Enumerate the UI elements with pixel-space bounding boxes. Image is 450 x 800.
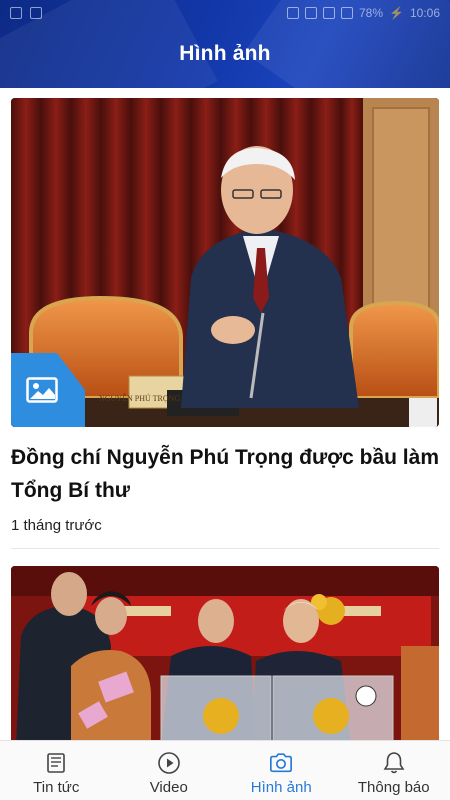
camera-icon (269, 751, 293, 775)
name-plaque: NGUYỄN PHÚ TRỌNG (99, 394, 181, 403)
status-bar: 78% ⚡ 10:06 (0, 0, 450, 26)
bell-icon (382, 751, 406, 775)
nav-video[interactable]: Video (113, 741, 226, 800)
play-circle-icon (157, 751, 181, 775)
page-title: Hình ảnh (179, 42, 271, 65)
nav-notifications-label: Thông báo (357, 779, 430, 796)
article-card[interactable] (11, 566, 439, 740)
bottom-navigation: Tin tức Video Hình ảnh Thông báo (0, 740, 450, 800)
nav-notifications[interactable]: Thông báo (338, 741, 450, 800)
photo-feed[interactable]: NGUYỄN PHÚ TRỌNG Đồng chí Nguyễn Phú Trọ… (0, 88, 450, 740)
shopping-icon (30, 7, 42, 19)
article-photo[interactable]: NGUYỄN PHÚ TRỌNG (11, 98, 439, 427)
notification-icon (10, 7, 22, 19)
photo-scene (11, 566, 439, 740)
article-photo[interactable] (11, 566, 439, 740)
image-icon (26, 377, 58, 403)
wifi-icon (322, 7, 335, 19)
sim-icon (286, 7, 299, 19)
news-icon (44, 751, 68, 775)
app-screen: 78% ⚡ 10:06 Hình ảnh NGUYỄN PHÚ TRỌNG Đồ… (0, 0, 450, 800)
nav-news-label: Tin tức (33, 779, 80, 796)
battery-icon: ⚡ (389, 6, 404, 20)
nav-photos[interactable]: Hình ảnh (225, 741, 338, 800)
card-divider (11, 548, 439, 549)
mute-icon (304, 7, 317, 19)
clock: 10:06 (409, 6, 440, 20)
app-header: 78% ⚡ 10:06 Hình ảnh (0, 0, 450, 88)
alarm-icon (340, 7, 353, 19)
article-title[interactable]: Đồng chí Nguyễn Phú Trọng được bầu làm T… (11, 441, 439, 507)
nav-photos-label: Hình ảnh (250, 779, 312, 796)
nav-news[interactable]: Tin tức (0, 741, 113, 800)
battery-level: 78% (358, 6, 384, 20)
article-card[interactable]: NGUYỄN PHÚ TRỌNG Đồng chí Nguyễn Phú Trọ… (11, 98, 439, 549)
nav-video-label: Video (149, 779, 188, 796)
article-time: 1 tháng trước (11, 517, 102, 534)
